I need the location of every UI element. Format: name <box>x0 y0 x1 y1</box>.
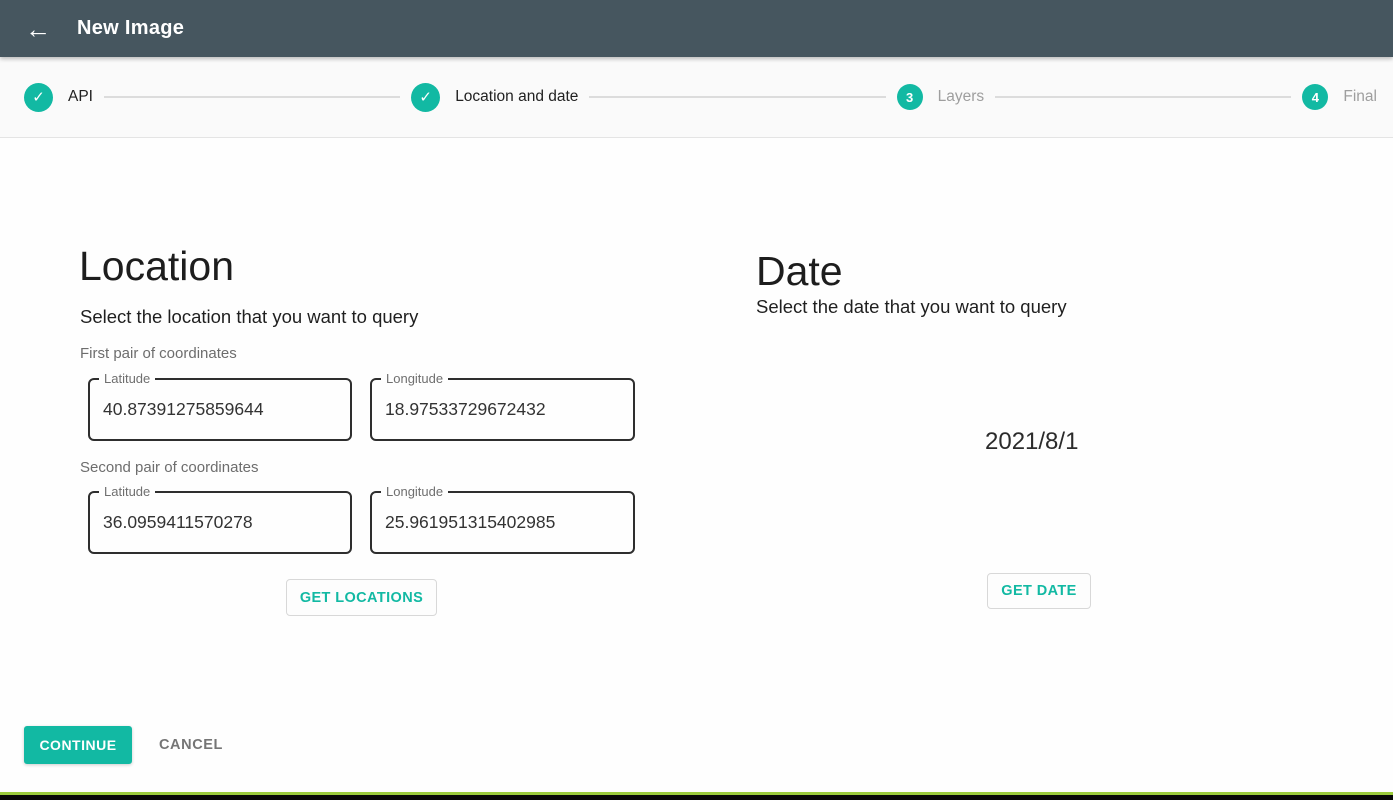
step-location-and-date-circle[interactable]: ✓ <box>411 82 441 112</box>
step-connector <box>995 96 1292 98</box>
step-connector <box>589 96 886 98</box>
back-arrow-icon[interactable]: ← <box>18 9 58 49</box>
date-section-title: Date <box>756 248 843 294</box>
continue-button[interactable]: CONTINUE <box>24 726 132 764</box>
step-api-circle[interactable]: ✓ <box>24 82 53 112</box>
first-pair-row: Latitude Longitude <box>88 371 653 441</box>
step-connector <box>103 96 401 98</box>
selected-date-value: 2021/8/1 <box>985 428 1079 455</box>
first-longitude-input[interactable] <box>372 380 633 439</box>
check-icon: ✓ <box>32 88 45 106</box>
cancel-button[interactable]: CANCEL <box>146 726 236 764</box>
date-section-subtitle: Select the date that you want to query <box>756 296 1067 317</box>
second-pair-label: Second pair of coordinates <box>80 459 259 476</box>
first-latitude-label: Latitude <box>99 371 156 387</box>
first-latitude-field: Latitude <box>88 371 352 441</box>
new-image-wizard-screen: ← New Image ✓ API ✓ Location and date 3 … <box>0 0 1393 800</box>
get-date-button[interactable]: GET DATE <box>987 573 1091 609</box>
step-final-circle[interactable]: 4 <box>1302 84 1329 110</box>
first-pair-label: First pair of coordinates <box>80 345 237 362</box>
get-locations-button[interactable]: GET LOCATIONS <box>286 579 437 616</box>
check-icon: ✓ <box>419 88 432 106</box>
step-layers[interactable]: 3 Layers <box>896 84 985 110</box>
page-title: New Image <box>77 17 185 39</box>
step-api-label: API <box>68 88 93 105</box>
step-location-and-date[interactable]: ✓ Location and date <box>411 82 579 112</box>
first-latitude-input[interactable] <box>90 380 350 439</box>
screen-edge-bar <box>0 795 1393 800</box>
second-longitude-label: Longitude <box>381 484 449 500</box>
first-longitude-label: Longitude <box>381 371 449 387</box>
app-bar: ← New Image <box>0 0 1393 57</box>
step-location-and-date-label: Location and date <box>455 88 579 105</box>
second-latitude-input[interactable] <box>90 493 350 552</box>
step-layers-label: Layers <box>937 88 985 105</box>
second-longitude-input[interactable] <box>372 493 633 552</box>
step-number: 4 <box>1311 89 1319 105</box>
second-pair-row: Latitude Longitude <box>88 484 653 554</box>
step-api[interactable]: ✓ API <box>24 82 93 112</box>
step-layers-circle[interactable]: 3 <box>896 84 923 110</box>
first-longitude-field: Longitude <box>370 371 635 441</box>
step-final-label: Final <box>1343 88 1377 105</box>
location-section-subtitle: Select the location that you want to que… <box>80 306 419 327</box>
second-latitude-label: Latitude <box>99 484 156 500</box>
step-number: 3 <box>906 89 914 105</box>
location-section-title: Location <box>79 243 235 289</box>
step-final[interactable]: 4 Final <box>1302 84 1377 110</box>
second-latitude-field: Latitude <box>88 484 352 554</box>
second-longitude-field: Longitude <box>370 484 635 554</box>
wizard-stepper: ✓ API ✓ Location and date 3 Layers 4 Fin… <box>0 57 1393 138</box>
